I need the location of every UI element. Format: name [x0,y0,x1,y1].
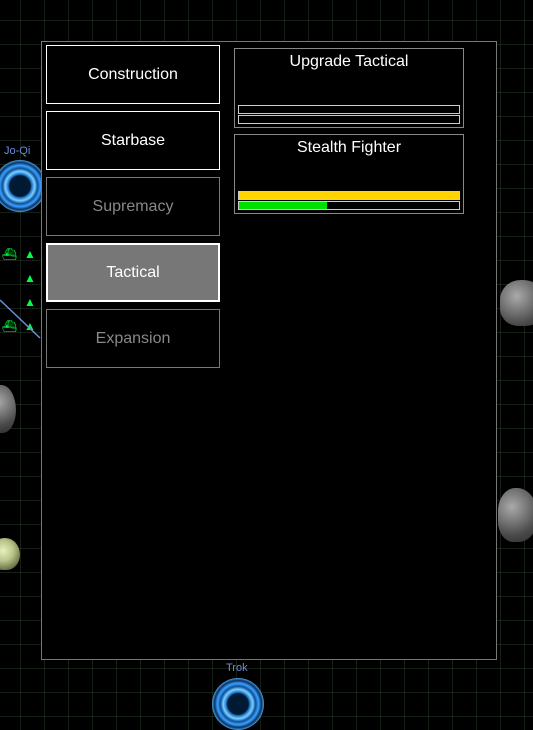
secondary-progress-bar [238,201,460,210]
primary-progress-bar [238,191,460,200]
queue-item-stealth-fighter[interactable]: Stealth Fighter [234,134,464,214]
primary-progress-bar [238,105,460,114]
queue-item-upgrade-tactical[interactable]: Upgrade Tactical [234,48,464,128]
travel-route-line [0,299,41,339]
queue-item-title: Upgrade Tactical [289,53,409,70]
queue-item-title: Stealth Fighter [296,139,402,156]
friendly-ship-icon[interactable]: ⛴ [2,248,17,260]
primary-progress-fill [239,192,459,199]
friendly-ship-icon[interactable]: ▲ [24,248,36,260]
asteroid-right-top [500,280,533,326]
planet-label-jo-qi: Jo-Qi [4,145,31,157]
category-tactical-button[interactable]: Tactical [46,243,220,302]
category-expansion-button[interactable]: Expansion [46,309,220,368]
wormhole-jo-qi[interactable] [0,160,46,212]
secondary-progress-bar [238,115,460,124]
category-construction-button[interactable]: Construction [46,45,220,104]
asteroid-left [0,385,16,433]
asteroid-left-green [0,538,20,570]
category-supremacy-button[interactable]: Supremacy [46,177,220,236]
planet-label-trok: Trok [226,662,248,674]
category-starbase-button[interactable]: Starbase [46,111,220,170]
wormhole-trok[interactable] [212,678,264,730]
build-menu-panel: Construction Starbase Supremacy Tactical… [41,41,497,660]
secondary-progress-fill [239,202,327,209]
friendly-ship-icon[interactable]: ▲ [24,272,36,284]
asteroid-right-bottom [498,488,533,542]
